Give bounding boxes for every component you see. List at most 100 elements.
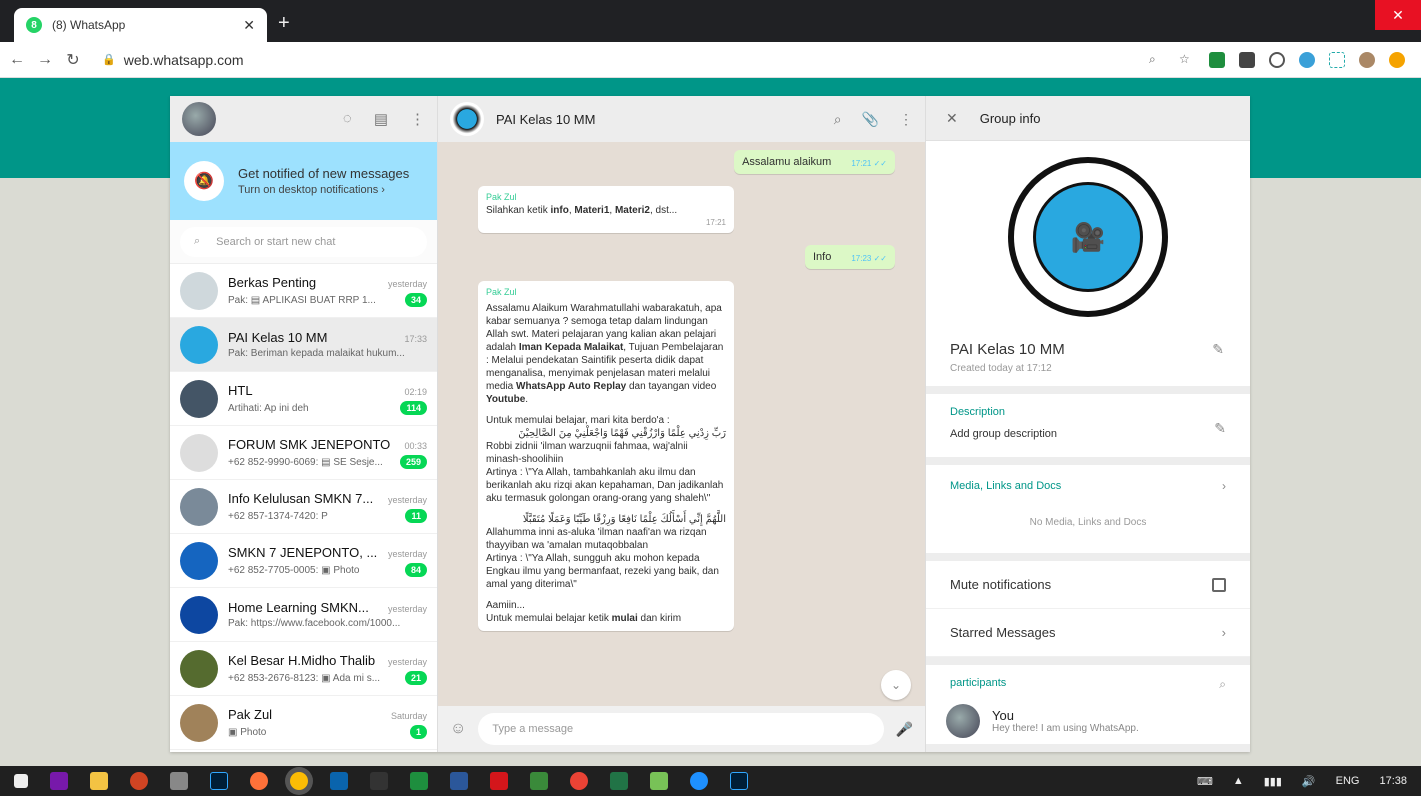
edit-name-icon[interactable]: ✎ — [1212, 341, 1224, 358]
message-paragraph: Artinya : \"Ya Allah, tambahkanlah aku i… — [486, 466, 724, 504]
bookmark-star-icon[interactable]: ☆ — [1179, 52, 1195, 68]
notification-title: Get notified of new messages — [238, 166, 410, 181]
status-icon[interactable]: ◌ — [343, 110, 352, 128]
outlook-icon[interactable] — [330, 772, 348, 790]
whatsapp-favicon: 8 — [26, 17, 42, 33]
notification-banner[interactable]: 🔕 Get notified of new messages Turn on d… — [170, 142, 437, 220]
update-alert-icon[interactable] — [1389, 51, 1405, 68]
chevron-right-icon: › — [1221, 625, 1226, 641]
tab-title: (8) WhatsApp — [52, 18, 126, 32]
app-green-icon[interactable] — [410, 772, 428, 790]
group-logo[interactable]: 🎥 — [1008, 157, 1168, 318]
chat-time: yesterday — [387, 278, 427, 289]
compose-bar: ☺ Type a message 🎤 — [438, 706, 925, 752]
profile-avatar[interactable] — [1359, 51, 1375, 68]
unread-badge: 114 — [400, 400, 427, 415]
edge-icon[interactable] — [690, 772, 708, 790]
url-field[interactable]: 🔒 web.whatsapp.com — [102, 52, 1149, 68]
description-label: Description — [950, 405, 1006, 418]
chat-preview: +62 852-9990-6069: ▤ SE Sesje... — [228, 456, 383, 468]
chat-item[interactable]: Kel Besar H.Midho Thalib yesterday +62 853… — [170, 642, 437, 696]
tray-expand-icon[interactable]: ▲ — [1233, 775, 1244, 787]
message-outgoing: Assalamu alaikum 17:21 ✓✓ — [734, 150, 895, 174]
chat-item[interactable]: HTL 02:19 Artihati: Ap ini deh 114 — [170, 372, 437, 426]
search-messages-icon[interactable]: ⌕ — [834, 111, 842, 128]
mute-checkbox[interactable] — [1212, 577, 1226, 592]
reload-icon[interactable]: ↻ — [62, 50, 84, 70]
chat-item[interactable]: Info Kelulusan SMKN 7... yesterday +62 857… — [170, 480, 437, 534]
chat-list: Berkas Penting yesterday Pak: ▤ APLIKASI B… — [170, 264, 437, 752]
android-icon[interactable] — [650, 772, 668, 790]
new-tab-icon[interactable]: + — [278, 12, 290, 35]
menu-icon[interactable]: ⋮ — [410, 110, 425, 128]
network-icon[interactable]: ▮▮▮ — [1264, 775, 1282, 788]
app-tool-icon[interactable] — [170, 772, 188, 790]
conversation-title[interactable]: PAI Kelas 10 MM — [496, 112, 834, 127]
excel-icon[interactable] — [610, 772, 628, 790]
word-icon[interactable] — [450, 772, 468, 790]
microphone-icon[interactable]: 🎤 — [896, 721, 913, 738]
participant-row[interactable]: You Hey there! I am using WhatsApp. — [926, 698, 1250, 744]
extension-n-icon[interactable] — [1329, 51, 1345, 68]
language-indicator[interactable]: ENG — [1336, 775, 1360, 787]
forward-icon[interactable]: → — [34, 51, 56, 69]
photoshop-icon[interactable] — [210, 772, 228, 790]
chat-item[interactable]: Pak Zul Saturday ▣ Photo 1 — [170, 696, 437, 750]
message-input[interactable]: Type a message — [478, 713, 884, 745]
volume-icon[interactable]: 🔊 — [1302, 775, 1316, 788]
close-tab-icon[interactable]: ✕ — [243, 17, 255, 34]
description-value[interactable]: Add group description — [950, 428, 1057, 440]
close-icon[interactable]: ✕ — [946, 110, 958, 127]
chat-preview: Pak: Beriman kepada malaikat hukum... — [228, 348, 405, 359]
media-section[interactable]: Media, Links and Docs › No Media, Links a… — [926, 464, 1250, 554]
sidebar-header: ◌ ▤ ⋮ — [170, 96, 437, 142]
conversation-menu-icon[interactable]: ⋮ — [899, 111, 913, 128]
emoji-icon[interactable]: ☺ — [450, 720, 466, 738]
search-input[interactable]: ⌕ Search or start new chat — [180, 226, 427, 257]
keyboard-icon[interactable]: ⌨ — [1197, 775, 1213, 788]
starred-messages[interactable]: Starred Messages › — [926, 609, 1250, 658]
message-text: Info — [812, 251, 832, 263]
terminal-icon[interactable] — [370, 772, 388, 790]
group-info-title: Group info — [979, 110, 1041, 126]
chat-item[interactable]: Home Learning SMKN... yesterday Pak: https… — [170, 588, 437, 642]
group-avatar[interactable] — [450, 102, 484, 136]
attach-icon[interactable]: 📎 — [862, 111, 879, 128]
extension-circle-icon[interactable] — [1269, 51, 1285, 68]
media-label: Media, Links and Docs — [950, 479, 1062, 492]
extension-dark-icon[interactable] — [1239, 51, 1255, 68]
onenote-icon[interactable] — [50, 772, 68, 790]
search-participants-icon[interactable]: ⌕ — [1219, 677, 1226, 692]
clock[interactable]: 17:38 — [1379, 775, 1407, 787]
notification-subtitle[interactable]: Turn on desktop notifications › — [238, 184, 409, 196]
chat-item[interactable]: SMKN 7 JENEPONTO, ... yesterday +62 852-77… — [170, 534, 437, 588]
acrobat-icon[interactable] — [490, 772, 508, 790]
photoshop-2-icon[interactable] — [730, 772, 748, 790]
chat-item[interactable]: Berkas Penting yesterday Pak: ▤ APLIKASI B… — [170, 264, 437, 318]
file-explorer-icon[interactable] — [90, 772, 108, 790]
edit-description-icon[interactable]: ✎ — [1214, 420, 1226, 437]
chat-name: Berkas Penting — [228, 274, 317, 290]
firefox-icon[interactable] — [250, 772, 268, 790]
extension-gear-icon[interactable] — [1299, 51, 1315, 68]
app-red-icon[interactable] — [130, 772, 148, 790]
extension-green-icon[interactable] — [1209, 51, 1225, 68]
chat-avatar — [180, 325, 218, 364]
my-avatar[interactable] — [182, 102, 216, 136]
chat-preview: ▣ Photo — [228, 726, 267, 738]
mute-notifications[interactable]: Mute notifications — [926, 561, 1250, 610]
zoom-icon[interactable]: ⌕ — [1149, 52, 1165, 68]
window-close-button[interactable]: ✕ — [1375, 0, 1421, 30]
windows-start-icon[interactable] — [14, 774, 28, 788]
chrome-icon[interactable] — [570, 772, 588, 790]
chrome-active-icon[interactable] — [290, 772, 308, 790]
chat-item[interactable]: PAI Kelas 10 MM 17:33 Pak: Beriman kepada … — [170, 318, 437, 372]
arabic-prayer: رَبِّ زِدْنِي عِلْمًا وَارْزُقْنِي فَهْم… — [518, 427, 726, 439]
browser-tab[interactable]: 8 (8) WhatsApp ✕ — [14, 8, 267, 42]
scroll-down-button[interactable]: ⌄ — [881, 670, 911, 700]
chat-time: 02:19 — [404, 386, 427, 397]
chat-item[interactable]: FORUM SMK JENEPONTO 00:33 +62 852-9990-606… — [170, 426, 437, 480]
new-chat-icon[interactable]: ▤ — [374, 110, 388, 128]
app-check-icon[interactable] — [530, 772, 548, 790]
back-icon[interactable]: ← — [6, 51, 28, 69]
